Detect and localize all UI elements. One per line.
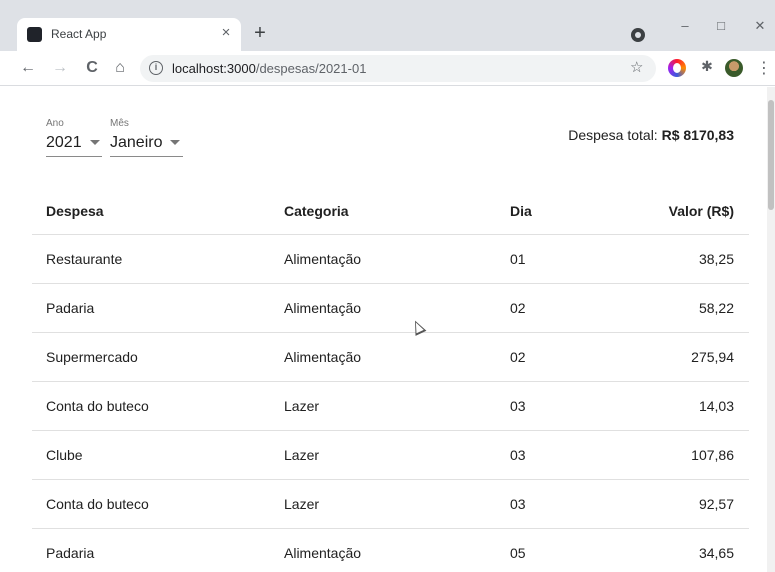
bookmark-star-icon[interactable]: ☆ <box>630 58 643 76</box>
cell-valor: 275,94 <box>600 332 749 382</box>
forward-arrow-icon[interactable]: → <box>50 58 70 78</box>
header-valor: Valor (R$) <box>600 184 749 235</box>
cell-categoria: Alimentação <box>284 234 510 284</box>
mes-select-box[interactable]: Janeiro <box>110 133 183 157</box>
page-content: Ano 2021 Mês Janeiro Despesa total: R$ 8… <box>0 87 767 572</box>
tab-close-icon[interactable]: × <box>218 24 234 42</box>
cell-categoria: Lazer <box>284 381 510 431</box>
browser-titlebar: React App × + – □ ✕ <box>0 0 775 51</box>
url-path: /despesas/2021-01 <box>255 61 367 76</box>
cell-dia: 01 <box>510 234 600 284</box>
scrollbar-thumb[interactable] <box>768 100 774 210</box>
total-label: Despesa total: <box>568 127 658 143</box>
cell-categoria: Alimentação <box>284 332 510 382</box>
cell-despesa: Padaria <box>32 283 284 333</box>
cell-despesa: Supermercado <box>32 332 284 382</box>
cell-despesa: Padaria <box>32 528 284 572</box>
cell-valor: 14,03 <box>600 381 749 431</box>
info-icon[interactable]: i <box>149 61 163 75</box>
table-row: Conta do buteco Lazer 03 14,03 <box>32 381 749 431</box>
mes-value: Janeiro <box>110 133 163 151</box>
cell-valor: 92,57 <box>600 479 749 529</box>
ano-value: 2021 <box>46 133 82 151</box>
expenses-table: Despesa Categoria Dia Valor (R$) Restaur… <box>32 184 749 572</box>
react-logo-icon <box>27 27 42 42</box>
browser-menu-icon[interactable]: ⋮ <box>756 58 772 78</box>
url-host: localhost:3000 <box>172 61 256 76</box>
ano-label: Ano <box>46 118 64 129</box>
back-arrow-icon[interactable]: ← <box>18 58 38 78</box>
ano-select-box[interactable]: 2021 <box>46 133 102 157</box>
header-despesa: Despesa <box>32 184 284 235</box>
cell-dia: 03 <box>510 430 600 480</box>
cell-valor: 34,65 <box>600 528 749 572</box>
cell-dia: 03 <box>510 479 600 529</box>
url-text[interactable]: localhost:3000/despesas/2021-01 <box>172 61 366 76</box>
table-row: Clube Lazer 03 107,86 <box>32 430 749 480</box>
dropdown-caret-icon <box>89 140 100 145</box>
profile-avatar[interactable] <box>725 59 743 77</box>
cell-dia: 02 <box>510 283 600 333</box>
cell-categoria: Alimentação <box>284 528 510 572</box>
extension-icon[interactable] <box>668 59 686 77</box>
tab-search-icon[interactable] <box>631 28 645 42</box>
cell-valor: 38,25 <box>600 234 749 284</box>
page-scrollbar[interactable] <box>767 87 775 572</box>
table-row: Supermercado Alimentação 02 275,94 <box>32 332 749 382</box>
browser-toolbar: ← → C ⌂ i localhost:3000/despesas/2021-0… <box>0 51 775 86</box>
tab-title: React App <box>51 27 107 41</box>
new-tab-button[interactable]: + <box>250 23 270 43</box>
header-categoria: Categoria <box>284 184 510 235</box>
table-row: Padaria Alimentação 05 34,65 <box>32 528 749 572</box>
mes-label: Mês <box>110 118 129 129</box>
minimize-button[interactable]: – <box>675 18 695 34</box>
maximize-button[interactable]: □ <box>711 18 731 34</box>
cell-categoria: Lazer <box>284 430 510 480</box>
total-expense: Despesa total: R$ 8170,83 <box>568 127 734 143</box>
cell-categoria: Alimentação <box>284 283 510 333</box>
cell-dia: 03 <box>510 381 600 431</box>
address-bar[interactable]: i localhost:3000/despesas/2021-01 ☆ <box>140 55 656 82</box>
mes-select[interactable]: Mês Janeiro <box>110 118 183 157</box>
total-value: R$ 8170,83 <box>661 127 734 143</box>
table-row: Restaurante Alimentação 01 38,25 <box>32 234 749 284</box>
table-header-row: Despesa Categoria Dia Valor (R$) <box>32 184 749 235</box>
close-window-button[interactable]: ✕ <box>750 18 770 34</box>
reload-icon[interactable]: C <box>82 58 102 78</box>
cell-dia: 05 <box>510 528 600 572</box>
cell-despesa: Clube <box>32 430 284 480</box>
cell-despesa: Conta do buteco <box>32 479 284 529</box>
dropdown-caret-icon <box>170 140 181 145</box>
ano-select[interactable]: Ano 2021 <box>46 118 102 157</box>
cell-despesa: Restaurante <box>32 234 284 284</box>
table-row: Padaria Alimentação 02 58,22 <box>32 283 749 333</box>
cell-valor: 107,86 <box>600 430 749 480</box>
cell-dia: 02 <box>510 332 600 382</box>
browser-tab[interactable]: React App × <box>17 18 241 51</box>
cell-categoria: Lazer <box>284 479 510 529</box>
home-icon[interactable]: ⌂ <box>110 58 130 78</box>
cell-despesa: Conta do buteco <box>32 381 284 431</box>
cell-valor: 58,22 <box>600 283 749 333</box>
extensions-puzzle-icon[interactable]: ✱ <box>698 58 716 76</box>
header-dia: Dia <box>510 184 600 235</box>
table-row: Conta do buteco Lazer 03 92,57 <box>32 479 749 529</box>
